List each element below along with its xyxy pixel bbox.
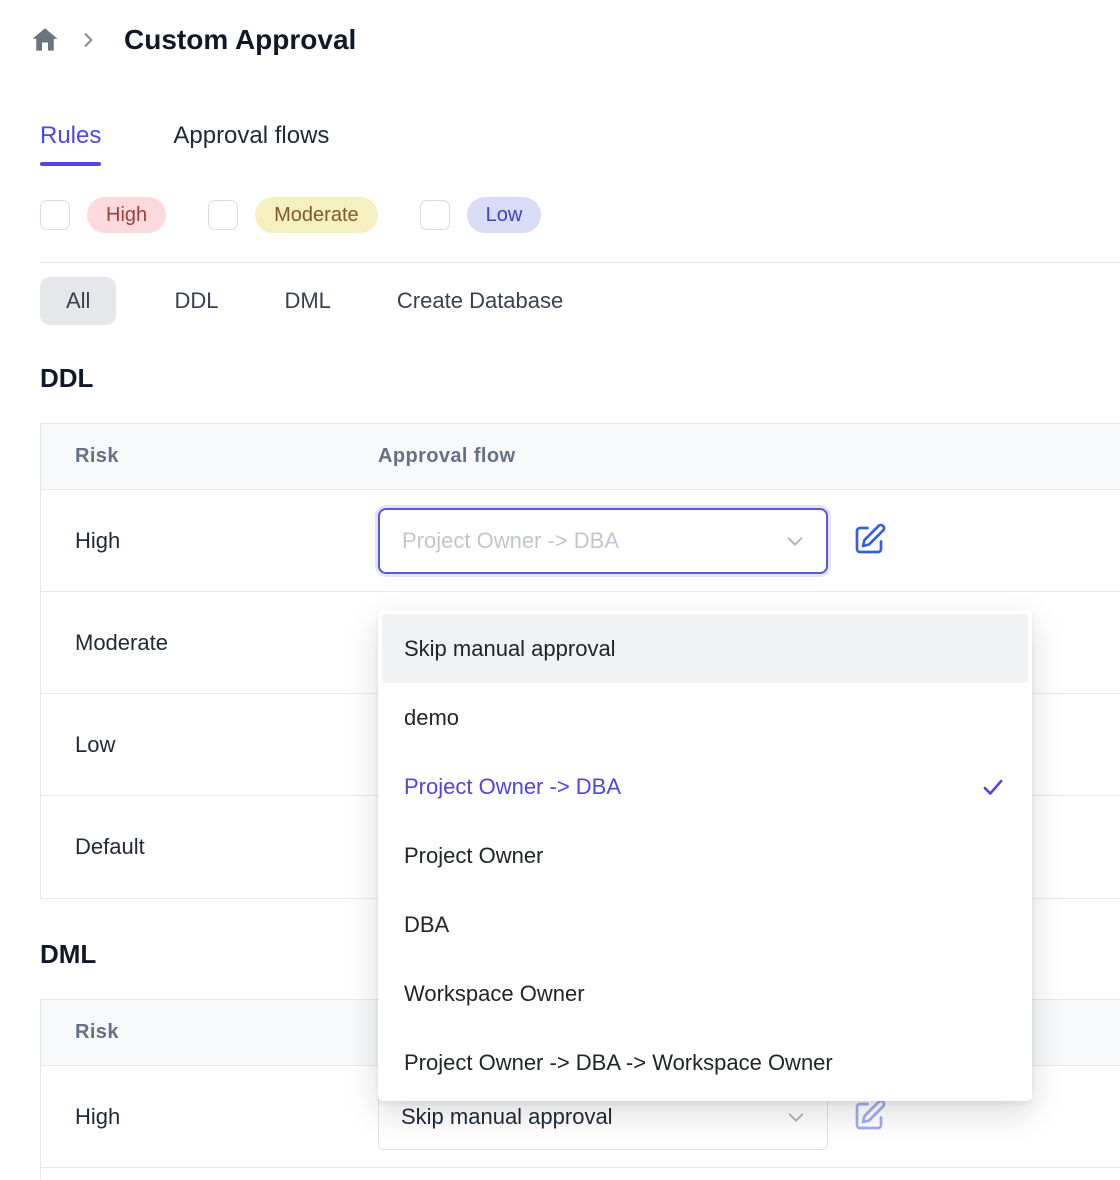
dropdown-option[interactable]: Project Owner	[382, 821, 1028, 890]
section-title-ddl: DDL	[40, 363, 1120, 399]
low-badge: Low	[467, 197, 542, 233]
risk-filter-low: Low	[420, 197, 542, 233]
chevron-right-icon	[78, 30, 98, 50]
table-row: High Project Owner -> DBA	[41, 490, 1120, 592]
edit-icon	[851, 1098, 887, 1134]
dropdown-option[interactable]: Workspace Owner	[382, 959, 1028, 1028]
dropdown-option[interactable]: Project Owner -> DBA -> Workspace Owner	[382, 1028, 1028, 1097]
chevron-down-icon	[785, 1106, 807, 1128]
approval-flow-dropdown: Skip manual approval demo Project Owner …	[378, 610, 1032, 1101]
edit-approval-flow-button[interactable]	[850, 522, 888, 560]
category-filter-row: All DDL DML Create Database	[40, 275, 1120, 327]
chevron-down-icon	[784, 530, 806, 552]
risk-filter-moderate: Moderate	[208, 197, 378, 233]
dropdown-option[interactable]: Skip manual approval	[382, 614, 1028, 683]
column-header-risk: Risk	[41, 445, 378, 468]
high-badge: High	[87, 197, 166, 233]
tab-approval-flows[interactable]: Approval flows	[173, 122, 329, 166]
category-create-database[interactable]: Create Database	[389, 277, 571, 325]
moderate-badge: Moderate	[255, 197, 378, 233]
approval-flow-select[interactable]: Project Owner -> DBA	[378, 508, 828, 574]
dropdown-option[interactable]: demo	[382, 683, 1028, 752]
risk-filter-high: High	[40, 197, 166, 233]
high-checkbox[interactable]	[40, 200, 70, 230]
category-ddl[interactable]: DDL	[166, 277, 226, 325]
horizontal-divider	[40, 262, 1120, 263]
edit-icon	[851, 522, 887, 558]
check-icon	[980, 774, 1006, 800]
low-checkbox[interactable]	[420, 200, 450, 230]
column-header-approval-flow: Approval flow	[378, 445, 1120, 468]
moderate-checkbox[interactable]	[208, 200, 238, 230]
tab-rules[interactable]: Rules	[40, 122, 101, 166]
table-header: Risk Approval flow	[41, 424, 1120, 490]
category-dml[interactable]: DML	[276, 277, 338, 325]
dropdown-option[interactable]: DBA	[382, 890, 1028, 959]
category-all[interactable]: All	[40, 277, 116, 325]
risk-filter-row: High Moderate Low	[40, 196, 1120, 234]
edit-approval-flow-button[interactable]	[850, 1098, 888, 1136]
dropdown-option-selected[interactable]: Project Owner -> DBA	[382, 752, 1028, 821]
tab-bar: Rules Approval flows	[40, 122, 1120, 166]
active-tab-underline	[40, 162, 101, 166]
table-row	[41, 1168, 1120, 1179]
column-header-risk: Risk	[41, 1021, 378, 1044]
breadcrumb: Custom Approval	[30, 22, 1120, 58]
page-title: Custom Approval	[124, 24, 356, 56]
home-icon[interactable]	[30, 25, 60, 55]
